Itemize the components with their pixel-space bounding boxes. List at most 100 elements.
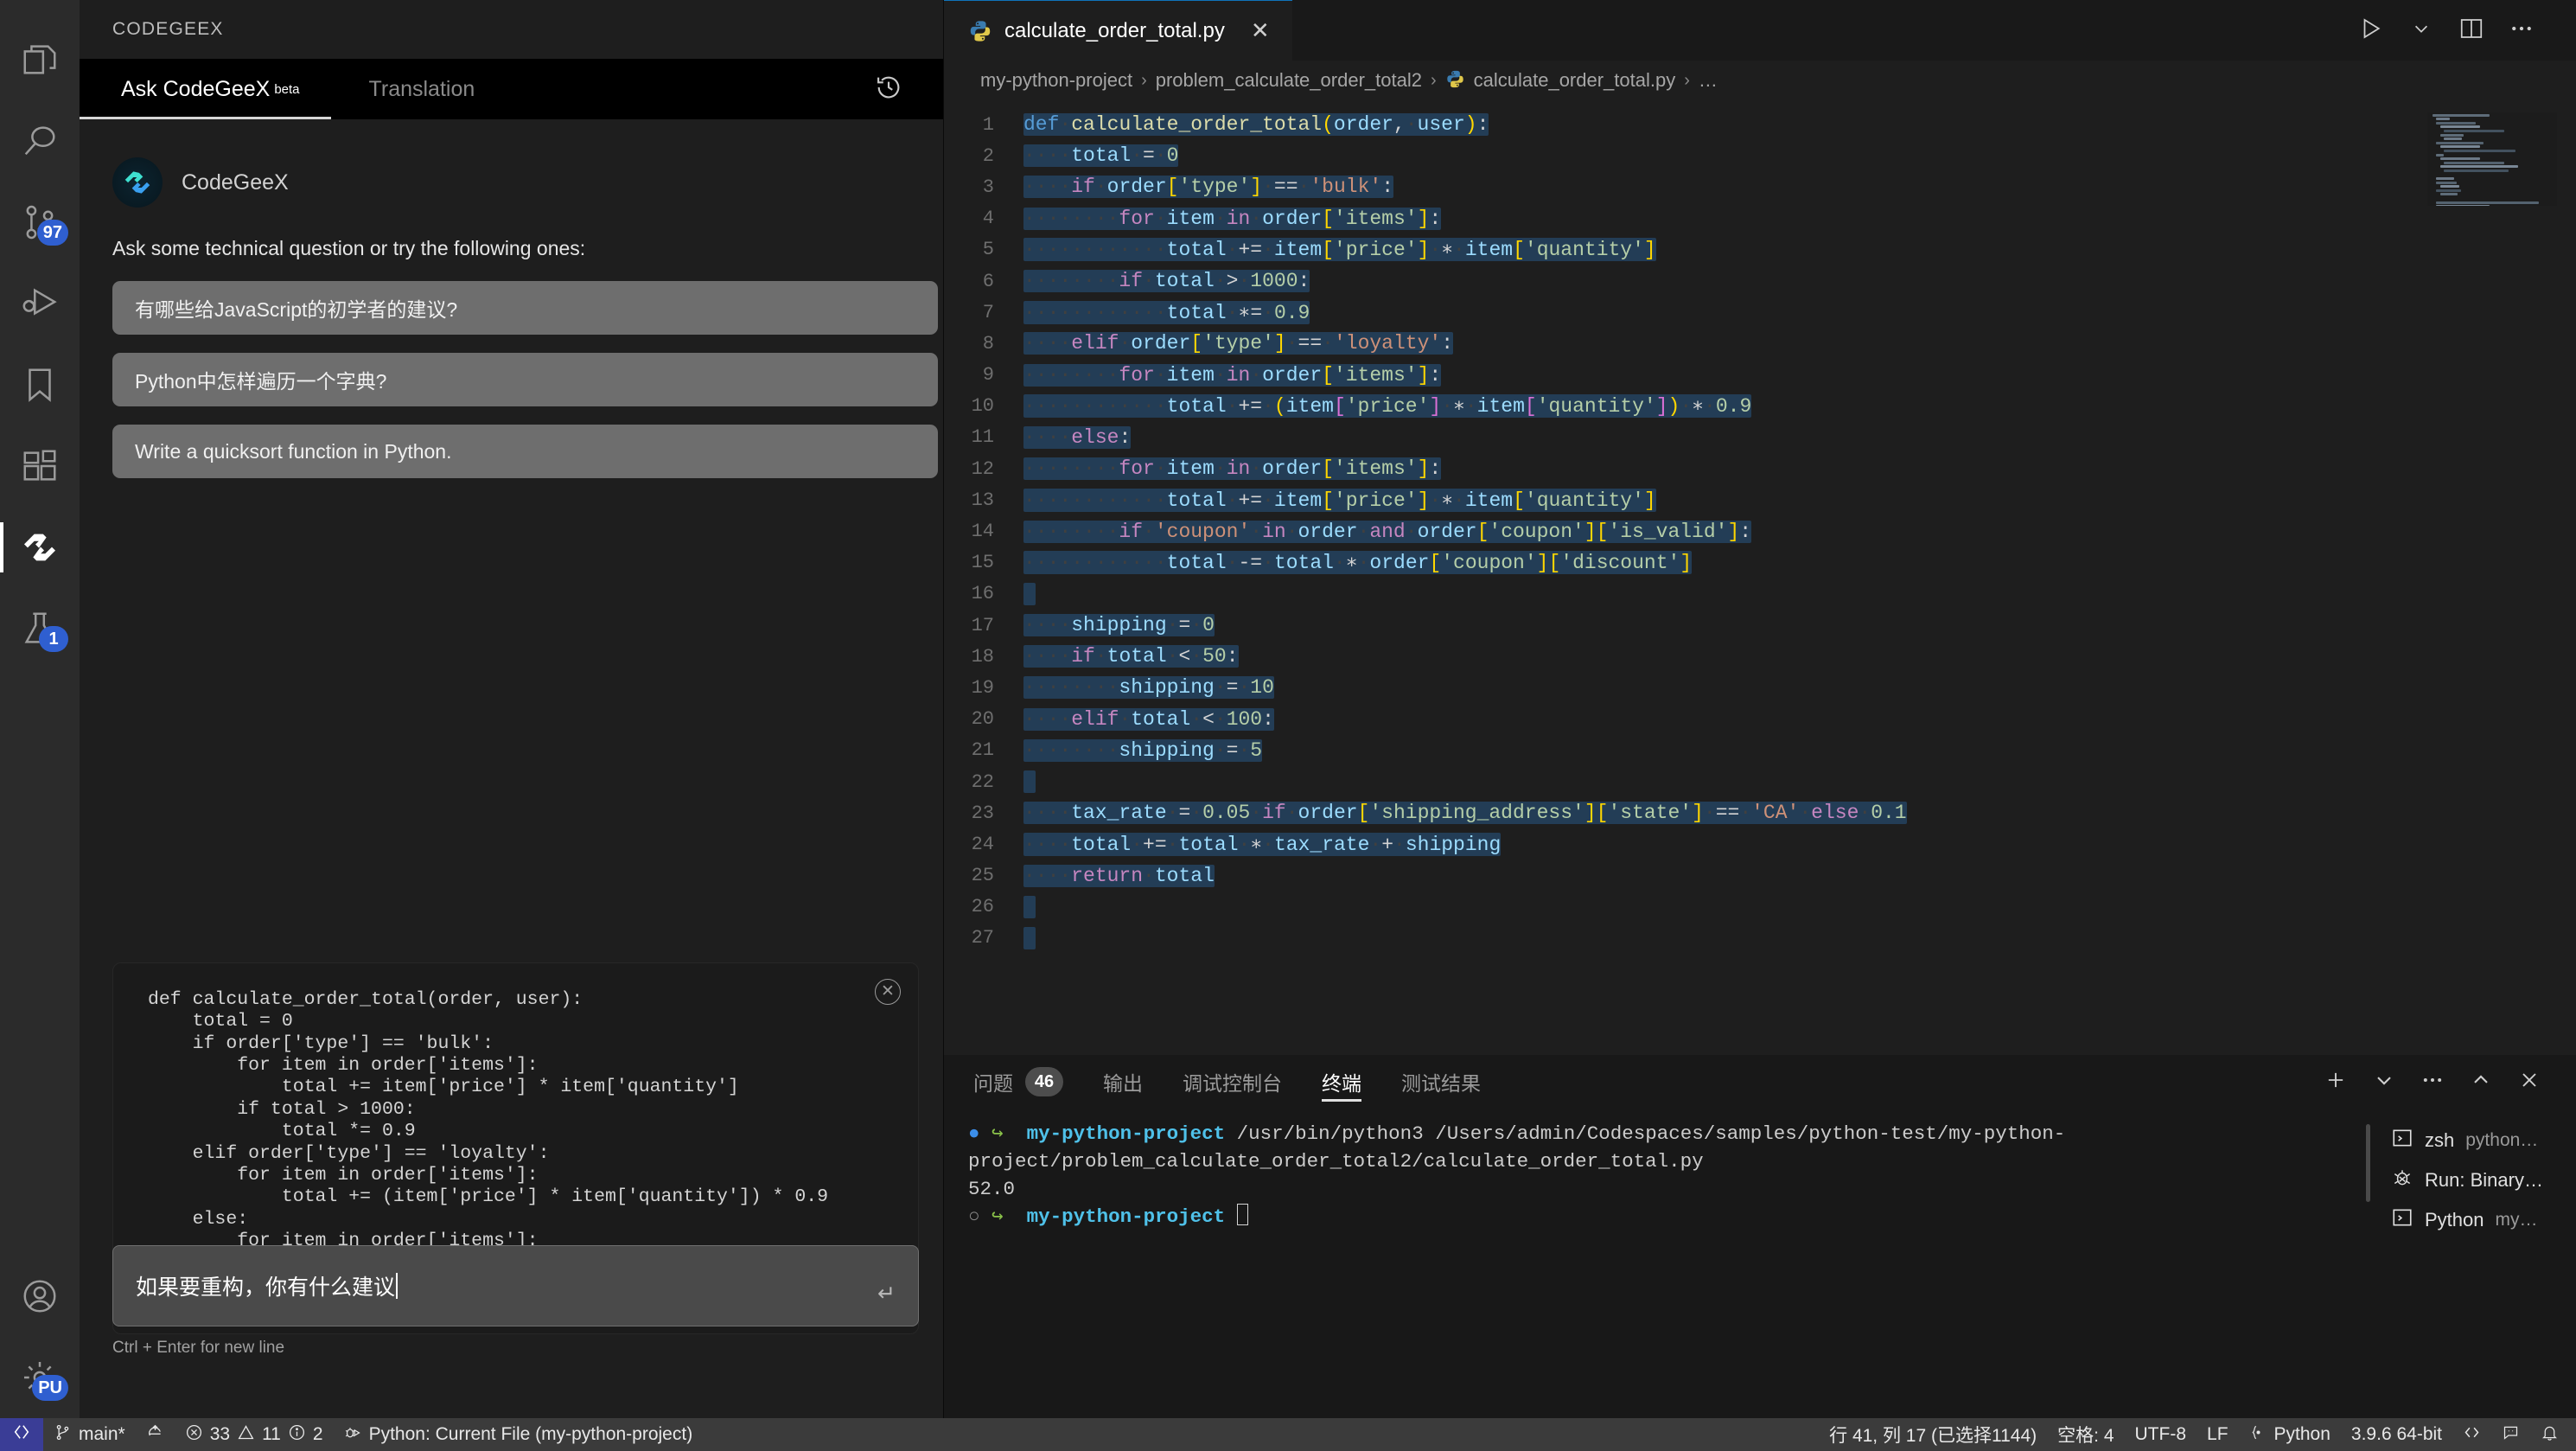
close-icon[interactable]: ✕ bbox=[875, 979, 901, 1005]
tab-ask-codegeex[interactable]: Ask CodeGeeX beta bbox=[80, 59, 331, 119]
code-line-text: ············total·+=·(item['price']·∗·it… bbox=[1023, 394, 1752, 419]
code-editor[interactable]: 1 def·calculate_order_total(order,·user):… bbox=[944, 100, 2576, 1055]
suggestion-item[interactable]: 有哪些给JavaScript的初学者的建议? bbox=[112, 281, 938, 335]
line-number: 16 bbox=[971, 583, 994, 605]
code-line[interactable]: 10 ············total·+=·(item['price']·∗·… bbox=[944, 391, 2576, 422]
code-line[interactable]: 26 bbox=[944, 892, 2576, 923]
suggestion-item[interactable]: Write a quicksort function in Python. bbox=[112, 425, 938, 478]
code-line[interactable]: 24 ····total·+=·total·∗·tax_rate·+·shippi… bbox=[944, 828, 2576, 860]
tab-test-results-label: 测试结果 bbox=[1401, 1072, 1481, 1095]
status-feedback[interactable] bbox=[2491, 1418, 2530, 1451]
accounts-button[interactable] bbox=[0, 1256, 80, 1337]
run-options-dropdown[interactable] bbox=[2396, 0, 2446, 61]
new-terminal-button[interactable] bbox=[2311, 1055, 2360, 1109]
terminal-scrollbar[interactable] bbox=[2366, 1124, 2370, 1202]
code-line[interactable]: 16 bbox=[944, 578, 2576, 610]
chat-input[interactable]: 如果要重构，你有什么建议 ↵ bbox=[112, 1245, 919, 1326]
code-line[interactable]: 13 ············total·+=·item['price']·∗·i… bbox=[944, 484, 2576, 515]
code-line[interactable]: 5 ············total·+=·item['price']·∗·it… bbox=[944, 234, 2576, 265]
line-number: 10 bbox=[971, 395, 994, 418]
status-indentation[interactable]: 空格: 4 bbox=[2047, 1418, 2124, 1451]
remote-window-button[interactable] bbox=[0, 1418, 43, 1451]
terminal-list-item[interactable]: Python my… bbox=[2377, 1200, 2576, 1240]
sidebar-item-source-control[interactable]: 97 bbox=[0, 182, 80, 263]
code-line[interactable]: 19 ········shipping·=·10 bbox=[944, 672, 2576, 703]
code-line[interactable]: 17 ····shipping·=·0 bbox=[944, 610, 2576, 641]
suggestion-item[interactable]: Python中怎样遍历一个字典? bbox=[112, 353, 938, 406]
breadcrumb-item-file[interactable]: calculate_order_total.py bbox=[1474, 69, 1676, 92]
status-language-mode[interactable]: Python bbox=[2239, 1418, 2341, 1451]
terminal-list-item-label: Run: Binary… bbox=[2425, 1169, 2543, 1191]
status-eol[interactable]: LF bbox=[2197, 1418, 2239, 1451]
code-line[interactable]: 8 ····elif·order['type']·==·'loyalty': bbox=[944, 328, 2576, 359]
send-icon[interactable]: ↵ bbox=[877, 1281, 896, 1307]
sidebar-item-explorer[interactable] bbox=[0, 19, 80, 100]
code-line[interactable]: 14 ········if·'coupon'·in·order·and·order… bbox=[944, 515, 2576, 547]
tab-translation[interactable]: Translation bbox=[360, 59, 484, 119]
sidebar-item-codegeex[interactable] bbox=[0, 507, 80, 588]
code-line[interactable]: 3 ····if·order['type']·==·'bulk': bbox=[944, 171, 2576, 202]
code-line[interactable]: 4 ········for·item·in·order['items']: bbox=[944, 203, 2576, 234]
code-line[interactable]: 21 ········shipping·=·5 bbox=[944, 735, 2576, 766]
status-run-config[interactable]: Python: Current File (my-python-project) bbox=[334, 1418, 704, 1451]
codegeex-small-icon bbox=[2463, 1423, 2481, 1447]
sidebar-item-testing[interactable]: 1 bbox=[0, 588, 80, 669]
tab-problems[interactable]: 问题 46 bbox=[973, 1055, 1063, 1109]
history-button[interactable] bbox=[874, 59, 903, 119]
code-line[interactable]: 6 ········if·total·>·1000: bbox=[944, 265, 2576, 297]
sidebar-item-run-and-debug[interactable] bbox=[0, 263, 80, 344]
code-line[interactable]: 23 ····tax_rate·=·0.05·if·order['shipping… bbox=[944, 797, 2576, 828]
terminal-output[interactable]: ● ↪ my-python-project /usr/bin/python3 /… bbox=[944, 1109, 2377, 1418]
status-indentation-label: 空格: 4 bbox=[2057, 1426, 2114, 1446]
breadcrumb-item-more[interactable]: … bbox=[1699, 69, 1718, 92]
status-encoding[interactable]: UTF-8 bbox=[2125, 1418, 2197, 1451]
run-debug-icon bbox=[20, 284, 60, 323]
tab-terminal[interactable]: 终端 bbox=[1322, 1055, 1361, 1109]
info-icon bbox=[288, 1423, 306, 1447]
code-line[interactable]: 2 ····total·=·0 bbox=[944, 140, 2576, 171]
tab-output[interactable]: 输出 bbox=[1103, 1055, 1143, 1109]
code-line[interactable]: 12 ········for·item·in·order['items']: bbox=[944, 453, 2576, 484]
code-lines[interactable]: 1 def·calculate_order_total(order,·user):… bbox=[944, 100, 2576, 1055]
split-editor-button[interactable] bbox=[2446, 0, 2496, 61]
tab-test-results[interactable]: 测试结果 bbox=[1401, 1055, 1481, 1109]
line-number: 18 bbox=[971, 645, 994, 668]
sidebar-item-search[interactable] bbox=[0, 100, 80, 182]
breadcrumb-item-folder[interactable]: problem_calculate_order_total2 bbox=[1156, 69, 1422, 92]
code-line[interactable]: 9 ········for·item·in·order['items']: bbox=[944, 360, 2576, 391]
more-actions-button[interactable] bbox=[2496, 0, 2547, 61]
run-python-file-button[interactable] bbox=[2346, 0, 2396, 61]
panel-more-actions-button[interactable] bbox=[2408, 1055, 2457, 1109]
code-line[interactable]: 25 ····return·total bbox=[944, 860, 2576, 892]
code-line[interactable]: 20 ····elif·total·<·100: bbox=[944, 704, 2576, 735]
breadcrumb-item-project[interactable]: my-python-project bbox=[980, 69, 1132, 92]
code-line[interactable]: 22 bbox=[944, 766, 2576, 797]
manage-settings-button[interactable]: PU bbox=[0, 1337, 80, 1418]
terminal-list-item[interactable]: Run: Binary… bbox=[2377, 1160, 2576, 1200]
editor-tab-calculate-order-total[interactable]: calculate_order_total.py ✕ bbox=[944, 0, 1292, 61]
status-notifications[interactable] bbox=[2530, 1418, 2569, 1451]
close-icon[interactable]: ✕ bbox=[1251, 17, 1270, 44]
status-branch[interactable]: main* bbox=[43, 1418, 136, 1451]
close-panel-button[interactable] bbox=[2505, 1055, 2554, 1109]
status-cursor-position[interactable]: 行 41, 列 17 (已选择1144) bbox=[1819, 1418, 2047, 1451]
code-line[interactable]: 18 ····if·total·<·50: bbox=[944, 641, 2576, 672]
status-problems[interactable]: 33 11 2 bbox=[175, 1418, 334, 1451]
code-line[interactable]: 11 ····else: bbox=[944, 422, 2576, 453]
status-python-interpreter[interactable]: 3.9.6 64-bit bbox=[2341, 1418, 2452, 1451]
status-sync[interactable] bbox=[136, 1418, 175, 1451]
code-line[interactable]: 1 def·calculate_order_total(order,·user): bbox=[944, 109, 2576, 140]
terminal-list-item[interactable]: zsh python… bbox=[2377, 1121, 2576, 1160]
code-line[interactable]: 15 ············total·-=·total·∗·order['co… bbox=[944, 547, 2576, 578]
minimap-line bbox=[2436, 153, 2444, 157]
terminal-kind-dropdown[interactable] bbox=[2360, 1055, 2408, 1109]
tab-debug-console[interactable]: 调试控制台 bbox=[1183, 1055, 1282, 1109]
code-line[interactable]: 7 ············total·∗=·0.9 bbox=[944, 297, 2576, 328]
minimap[interactable] bbox=[2427, 112, 2557, 206]
sidebar-item-extensions[interactable] bbox=[0, 425, 80, 507]
status-codegeex[interactable] bbox=[2452, 1418, 2491, 1451]
maximize-panel-button[interactable] bbox=[2457, 1055, 2505, 1109]
code-line[interactable]: 27 bbox=[944, 923, 2576, 954]
sidebar-item-bookmarks[interactable] bbox=[0, 344, 80, 425]
line-number: 5 bbox=[982, 239, 994, 261]
